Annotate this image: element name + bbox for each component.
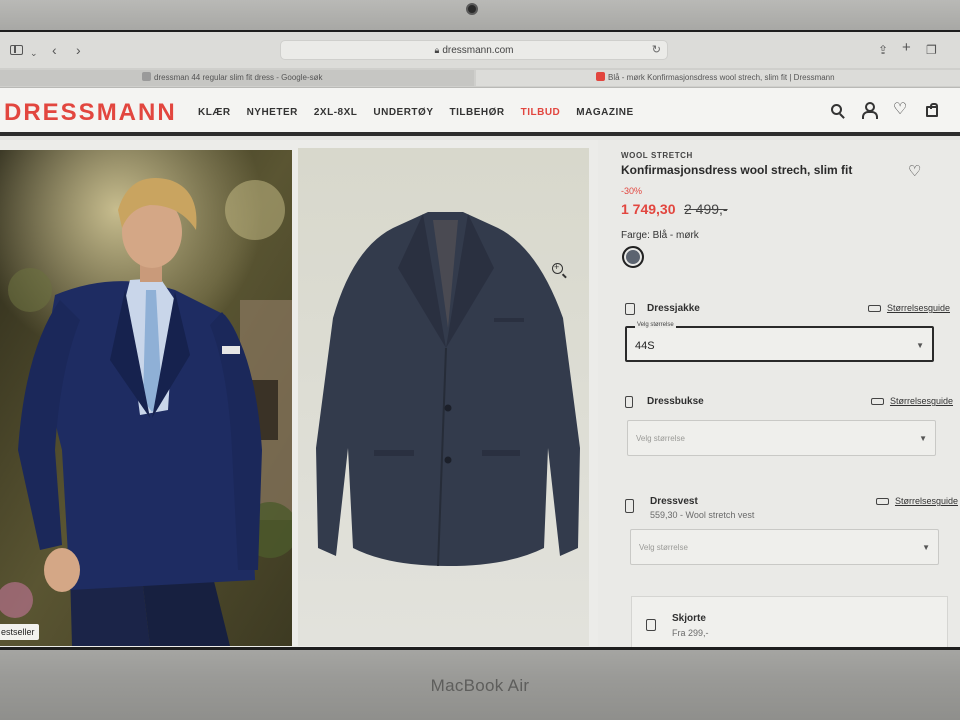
heart-icon[interactable]: ♡ (908, 162, 921, 180)
vest-title: Dressvest (650, 496, 698, 507)
nav-item-undertoy[interactable]: UNDERTØY (373, 107, 433, 118)
camera-icon (466, 3, 478, 15)
tab-strip: dressman 44 regular slim fit dress - Goo… (0, 68, 960, 88)
zoom-icon[interactable]: + (552, 262, 563, 274)
original-price: 2 499,- (684, 201, 728, 217)
tab-label: Blå - mørk Konfirmasjonsdress wool strec… (608, 73, 835, 82)
shirt-subtitle: Fra 299,- (672, 628, 709, 638)
nav-item-tilbud[interactable]: TILBUD (521, 107, 561, 118)
google-favicon-icon (142, 72, 151, 81)
color-swatch-dark-blue[interactable] (622, 246, 644, 268)
sidebar-toggle-icon[interactable] (10, 45, 23, 55)
select-placeholder: Velg størrelse (636, 434, 685, 443)
trousers-title: Dressbukse (647, 396, 704, 407)
jacket-section: Dressjakke Størrelsesguide Velg størrels… (620, 300, 950, 362)
trousers-icon (625, 396, 633, 408)
chevron-down-icon: ▼ (922, 543, 930, 552)
laptop-bezel-top (0, 0, 960, 30)
new-tab-icon[interactable]: + (902, 40, 911, 56)
chevron-down-icon: ▼ (916, 341, 924, 350)
laptop-label: MacBook Air (430, 676, 530, 695)
ruler-icon (867, 305, 881, 312)
lock-icon: 🔒︎ (434, 45, 440, 55)
discount-badge: -30% (621, 186, 643, 196)
nav-item-nyheter[interactable]: NYHETER (247, 107, 298, 118)
model-illustration (0, 150, 292, 646)
jacket-size-guide-link[interactable]: Størrelsesguide (867, 303, 950, 313)
chevron-down-icon: ▼ (919, 434, 927, 443)
product-info-panel: WOOL STRETCH Konfirmasjonsdress wool str… (598, 140, 960, 647)
site-header: DRESSMANN KLÆR NYHETER 2XL-8XL UNDERTØY … (0, 88, 960, 136)
tab-overview-icon[interactable]: ❐ (926, 42, 937, 58)
cart-icon[interactable] (916, 102, 948, 120)
dressmann-logo[interactable]: DRESSMANN (4, 99, 177, 127)
chevron-down-icon[interactable]: ⌄ (30, 45, 38, 61)
vest-section: Dressvest 559,30 - Wool stretch vest Stø… (620, 493, 958, 565)
jacket-title: Dressjakke (647, 303, 700, 314)
address-bar[interactable]: 🔒︎ dressmann.com ↻ (280, 40, 668, 60)
nav-item-magazine[interactable]: MAGAZINE (576, 107, 633, 118)
vest-icon (625, 499, 634, 513)
shirt-title: Skjorte (672, 613, 706, 624)
nav-item-klaer[interactable]: KLÆR (198, 107, 231, 118)
jacket-size-select[interactable]: Velg størrelse 44S ▼ (625, 322, 934, 362)
back-icon[interactable]: ‹ (52, 42, 57, 58)
reload-icon[interactable]: ↻ (652, 41, 661, 59)
selected-size: 44S (635, 340, 655, 352)
product-page: estseller + WOOL STRETCH Konfirmasjonsdr… (0, 140, 960, 647)
dressmann-favicon-icon (596, 72, 605, 81)
tab-label: dressman 44 regular slim fit dress - Goo… (154, 73, 323, 82)
trousers-section: Dressbukse Størrelsesguide Velg størrels… (620, 393, 953, 456)
trousers-size-select[interactable]: Velg størrelse ▼ (627, 420, 936, 456)
bestseller-badge: estseller (0, 624, 39, 640)
jacket-product-photo[interactable]: + (298, 148, 589, 646)
vest-subtitle: 559,30 - Wool stretch vest (650, 510, 755, 520)
jacket-illustration (298, 148, 589, 646)
tab-dressmann-product[interactable]: Blå - mørk Konfirmasjonsdress wool strec… (476, 70, 960, 86)
nav-item-2xl-8xl[interactable]: 2XL-8XL (314, 107, 358, 118)
main-nav: KLÆR NYHETER 2XL-8XL UNDERTØY TILBEHØR T… (198, 107, 650, 118)
jacket-icon (625, 303, 635, 315)
wishlist-icon[interactable]: ♡ (884, 102, 916, 120)
product-brand-line: WOOL STRETCH (621, 151, 693, 160)
ruler-icon (870, 398, 884, 405)
share-icon[interactable]: ⇪ (878, 42, 888, 58)
color-label: Farge: Blå - mørk (621, 230, 699, 241)
account-icon[interactable] (852, 102, 884, 120)
shirt-icon (646, 619, 656, 631)
ruler-icon (875, 498, 889, 505)
header-icons: ♡ (820, 102, 948, 120)
nav-item-tilbehor[interactable]: TILBEHØR (450, 107, 505, 118)
select-label: Velg størrelse (635, 322, 676, 328)
screen: ⌄ ‹ › 🔒︎ dressmann.com ↻ ⇪ + ❐ dressman 4… (0, 30, 960, 650)
select-placeholder: Velg størrelse (639, 543, 688, 552)
search-icon[interactable] (820, 102, 852, 120)
browser-toolbar: ⌄ ‹ › 🔒︎ dressmann.com ↻ ⇪ + ❐ (0, 32, 960, 68)
forward-icon[interactable]: › (76, 42, 81, 58)
trousers-size-guide-link[interactable]: Størrelsesguide (870, 396, 953, 406)
product-title: Konfirmasjonsdress wool strech, slim fit (621, 163, 853, 177)
vest-size-guide-link[interactable]: Størrelsesguide (875, 496, 958, 506)
shirt-card[interactable]: Skjorte Fra 299,- (631, 596, 948, 647)
tab-google-search[interactable]: dressman 44 regular slim fit dress - Goo… (0, 70, 474, 86)
sale-price: 1 749,30 (621, 201, 676, 217)
url-text: dressmann.com (442, 45, 514, 56)
model-photo[interactable]: estseller (0, 150, 292, 646)
vest-size-select[interactable]: Velg størrelse ▼ (630, 529, 939, 565)
